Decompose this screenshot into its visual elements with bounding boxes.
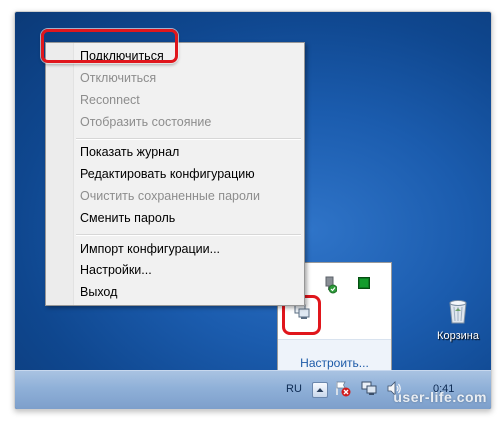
- menu-item-clear-passwords: Очистить сохраненные пароли: [80, 189, 260, 203]
- recycle-bin[interactable]: Корзина: [428, 297, 488, 342]
- menu-icon-gutter: [46, 43, 74, 305]
- action-center-flag-icon[interactable]: [334, 380, 351, 397]
- network-icon[interactable]: [361, 380, 378, 397]
- chevron-up-icon: [316, 388, 324, 392]
- openvpn-context-menu: Подключиться Отключиться Reconnect Отобр…: [45, 42, 305, 306]
- watermark: user-life.com: [393, 389, 487, 405]
- menu-item-settings[interactable]: Настройки...: [80, 260, 152, 280]
- menu-item-exit[interactable]: Выход: [80, 282, 117, 302]
- menu-item-show-status: Отобразить состояние: [80, 115, 212, 129]
- menu-item-disconnect: Отключиться: [80, 71, 157, 85]
- desktop-screen: Корзина Настроить... RU 0:41 Подключитьс…: [14, 11, 492, 410]
- menu-item-edit-config[interactable]: Редактировать конфигурацию: [80, 164, 255, 184]
- menu-item-import-config[interactable]: Импорт конфигурации...: [80, 239, 220, 259]
- recycle-bin-label: Корзина: [437, 330, 479, 342]
- green-square-icon[interactable]: [358, 277, 370, 289]
- menu-separator: [76, 138, 301, 140]
- menu-item-change-password[interactable]: Сменить пароль: [80, 208, 175, 228]
- menu-separator: [76, 234, 301, 236]
- language-indicator[interactable]: RU: [286, 383, 302, 395]
- customize-link[interactable]: Настроить...: [278, 356, 391, 370]
- menu-item-connect[interactable]: Подключиться: [80, 46, 164, 66]
- menu-item-show-log[interactable]: Показать журнал: [80, 142, 179, 162]
- menu-item-reconnect: Reconnect: [80, 93, 140, 107]
- recycle-bin-icon: [449, 300, 467, 324]
- show-hidden-icons-button[interactable]: [312, 382, 328, 398]
- usb-device-check-icon[interactable]: [323, 276, 337, 294]
